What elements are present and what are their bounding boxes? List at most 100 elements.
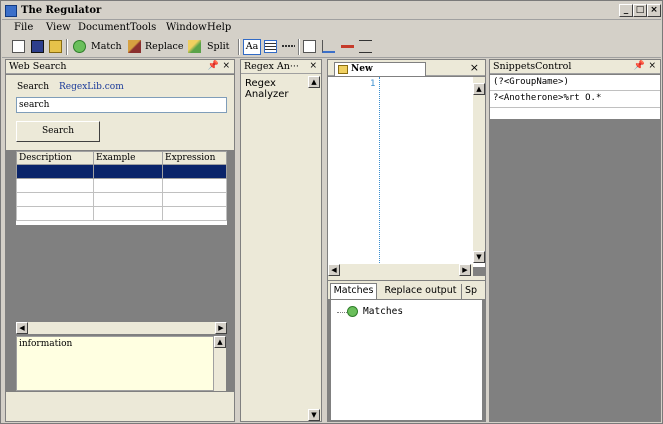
editor-hscrollbar[interactable]: ◀ ▶	[328, 264, 473, 276]
menu-help[interactable]: Help	[207, 22, 231, 33]
multiline-icon[interactable]	[264, 40, 277, 53]
tab-matches[interactable]: Matches	[330, 283, 377, 299]
remove-icon[interactable]	[341, 45, 354, 48]
web-search-title-text: Web Search	[9, 61, 67, 72]
table-row[interactable]	[16, 178, 227, 193]
regex-analyzer-content: Regex Analyzer	[243, 76, 307, 418]
line-number: 1	[370, 79, 376, 89]
close-panel-icon[interactable]: ×	[309, 60, 317, 73]
document-icon	[338, 65, 348, 74]
scroll-up-arrow[interactable]: ▲	[473, 83, 485, 95]
match-case-toggle[interactable]: Aa	[243, 39, 261, 55]
information-label: information	[19, 339, 73, 349]
match-icon	[73, 40, 86, 53]
document-tabstrip: New Document ×	[328, 60, 485, 87]
pin-icon[interactable]: 📌	[634, 60, 645, 73]
close-document-icon[interactable]: ×	[470, 61, 479, 74]
table-row[interactable]	[16, 206, 227, 221]
column-header-expression[interactable]: Expression	[162, 151, 227, 165]
replace-icon	[128, 40, 141, 53]
snippets-panel: SnippetsControl 📌 × (?<GroupName>) ?<Ano…	[489, 59, 661, 422]
menu-view[interactable]: View	[46, 22, 71, 33]
web-search-panel: Web Search 📌 × Search RegexLib.com searc…	[5, 59, 235, 422]
output-tabstrip: Matches Replace output Sp	[328, 281, 485, 299]
tab-new-document[interactable]: New Document	[334, 62, 426, 87]
panel-footer	[6, 392, 234, 421]
list-item[interactable]: (?<GroupName>)	[493, 77, 569, 87]
tree-line	[337, 312, 347, 313]
format-icon[interactable]	[322, 40, 335, 53]
table-row[interactable]	[16, 192, 227, 207]
save-icon[interactable]	[31, 40, 44, 53]
scroll-left-arrow[interactable]: ◀	[328, 264, 340, 276]
close-button[interactable]: ×	[647, 4, 661, 17]
tab-split-output[interactable]: Sp	[465, 284, 485, 299]
regexlib-link[interactable]: RegexLib.com	[59, 82, 124, 92]
menu-tools[interactable]: Tools	[130, 22, 156, 33]
editor-panel: New Document × 1 ▲ ▼ ◀ ▶ Matches Replace…	[327, 59, 486, 422]
replace-button[interactable]: Replace	[145, 38, 184, 55]
scroll-left-arrow[interactable]: ◀	[16, 322, 28, 334]
search-button[interactable]: Search	[16, 121, 100, 142]
new-file-icon[interactable]	[12, 40, 25, 53]
toolbar-separator	[66, 39, 68, 55]
tree-root-matches[interactable]: Matches	[363, 306, 403, 317]
toolbar-separator	[298, 39, 300, 55]
search-label: Search	[17, 82, 49, 92]
info-vscrollbar[interactable]: ▲	[214, 336, 226, 391]
generate-icon[interactable]	[359, 40, 372, 53]
regex-editor[interactable]: 1	[328, 77, 485, 267]
pin-icon[interactable]: 📌	[208, 60, 219, 73]
main-window: The Regulator _ □ × File View Document T…	[0, 0, 663, 424]
snippets-title-text: SnippetsControl	[493, 61, 572, 72]
column-header-description[interactable]: Description	[16, 151, 94, 165]
tab-replace-output[interactable]: Replace output	[380, 284, 462, 299]
menu-window[interactable]: Window	[166, 22, 207, 33]
menu-file[interactable]: File	[14, 22, 33, 33]
scroll-right-arrow[interactable]: ▶	[459, 264, 471, 276]
split-icon	[188, 40, 201, 53]
information-box: information	[16, 336, 214, 391]
close-panel-icon[interactable]: ×	[648, 60, 656, 73]
search-area: Search RegexLib.com search Search	[6, 75, 234, 150]
list-item[interactable]: ?<Anotherone>%rt O.*	[493, 93, 601, 103]
app-icon	[5, 5, 17, 17]
regex-analyzer-title: Regex An··· ×	[241, 60, 321, 74]
split-button[interactable]: Split	[207, 38, 229, 55]
divider	[490, 90, 660, 91]
regex-analyzer-title-text: Regex An···	[244, 61, 299, 72]
scroll-up-arrow[interactable]: ▲	[214, 336, 226, 348]
snippets-title: SnippetsControl 📌 ×	[490, 60, 660, 74]
snippets-list: (?<GroupName>) ?<Anotherone>%rt O.*	[490, 75, 660, 119]
divider	[490, 107, 660, 108]
scroll-up-arrow[interactable]: ▲	[308, 76, 320, 88]
menu-bar: File View Document Tools Window Help	[2, 21, 661, 36]
close-panel-icon[interactable]: ×	[222, 60, 230, 73]
match-node-icon	[347, 306, 358, 317]
menu-document[interactable]: Document	[78, 22, 130, 33]
toolbar: Match Replace Split Aa	[2, 36, 661, 58]
scroll-down-arrow[interactable]: ▼	[473, 251, 485, 263]
open-folder-icon[interactable]	[49, 40, 62, 53]
editor-vscrollbar[interactable]: ▲ ▼	[473, 77, 485, 263]
match-button[interactable]: Match	[91, 38, 122, 55]
column-header-example[interactable]: Example	[93, 151, 163, 165]
analyzer-vscrollbar[interactable]: ▲ ▼	[308, 76, 320, 421]
search-input[interactable]: search	[16, 97, 227, 113]
regex-analyzer-panel: Regex An··· × Regex Analyzer ▲ ▼	[240, 59, 322, 422]
minimize-button[interactable]: _	[619, 4, 633, 17]
scroll-right-arrow[interactable]: ▶	[215, 322, 227, 334]
scroll-down-arrow[interactable]: ▼	[308, 409, 320, 421]
window-title: The Regulator	[21, 5, 102, 16]
web-search-title: Web Search 📌 ×	[6, 60, 234, 74]
table-row[interactable]	[16, 164, 227, 179]
ignore-whitespace-icon[interactable]	[282, 45, 295, 47]
insert-regex-icon[interactable]	[303, 40, 316, 53]
title-bar: The Regulator _ □ ×	[2, 2, 661, 20]
gutter-line	[379, 77, 380, 267]
maximize-button[interactable]: □	[633, 4, 647, 17]
splitter[interactable]	[328, 276, 485, 280]
results-grid: Description Example Expression	[16, 151, 227, 225]
results-hscrollbar[interactable]: ◀ ▶	[16, 322, 227, 334]
toolbar-separator	[238, 39, 240, 55]
